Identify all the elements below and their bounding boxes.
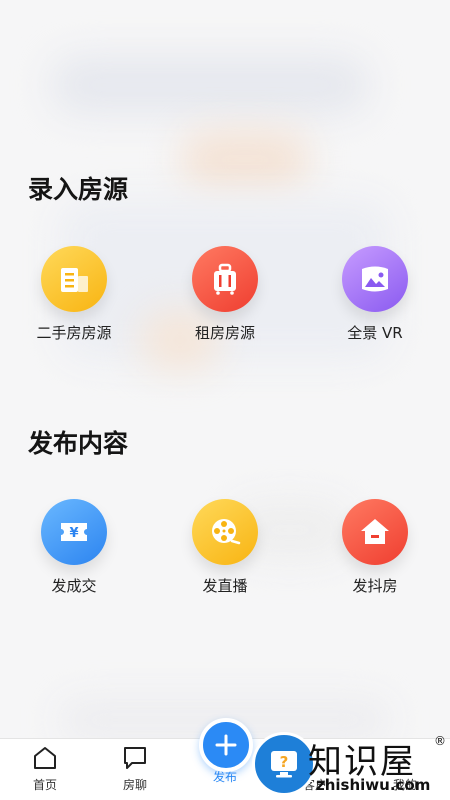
watermark-url: zhishiwu.com (316, 776, 431, 794)
tab-home-label: 首页 (32, 778, 57, 792)
post-live-label: 发直播 (202, 577, 248, 595)
question-monitor-icon: ? (252, 732, 316, 796)
house-icon (342, 499, 408, 565)
post-deal-label: 发成交 (51, 577, 97, 595)
film-reel-icon (192, 499, 258, 565)
watermark: ? 知识屋 ® zhishiwu.com (252, 730, 450, 800)
publish-plus-button[interactable] (199, 718, 253, 772)
home-icon (15, 743, 75, 773)
chat-bubble-icon (105, 743, 165, 773)
tab-home[interactable]: 首页 (15, 743, 75, 793)
blurred-background (0, 0, 450, 740)
tab-chat-label: 房聊 (122, 778, 147, 792)
tab-chat[interactable]: 房聊 (105, 743, 165, 793)
second-hand-listing-label: 二手房房源 (36, 324, 112, 342)
post-deal-button[interactable]: ¥ 发成交 (4, 499, 144, 596)
svg-text:?: ? (280, 753, 289, 771)
ticket-yen-icon: ¥ (41, 499, 107, 565)
panorama-icon (342, 246, 408, 312)
section-title-publish: 发布内容 (28, 429, 129, 458)
plus-icon (215, 734, 237, 756)
post-live-button[interactable]: 发直播 (155, 499, 295, 596)
rental-listing-label: 租房房源 (194, 324, 255, 342)
second-hand-listing-button[interactable]: 二手房房源 (4, 246, 144, 343)
watermark-registered: ® (434, 734, 446, 748)
luggage-icon (192, 246, 258, 312)
post-video-house-label: 发抖房 (352, 577, 398, 595)
panorama-vr-label: 全景 VR (347, 324, 403, 342)
post-video-house-button[interactable]: 发抖房 (305, 499, 445, 596)
panorama-vr-button[interactable]: 全景 VR (305, 246, 445, 343)
building-icon (41, 246, 107, 312)
section-title-entry: 录入房源 (28, 175, 129, 204)
rental-listing-button[interactable]: 租房房源 (155, 246, 295, 343)
svg-text:¥: ¥ (69, 526, 78, 541)
